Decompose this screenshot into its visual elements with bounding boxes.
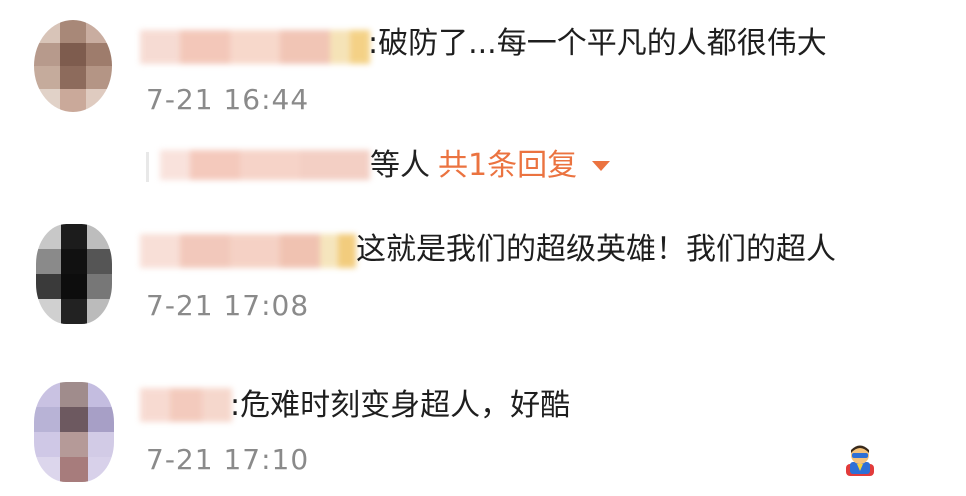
comment-item: :破防了...每一个平凡的人都很伟大 7-21 16:44: [0, 0, 966, 140]
avatar-pixel: [86, 43, 112, 66]
avatar-pixel: [34, 457, 60, 482]
avatar-pixel: [88, 407, 114, 432]
avatar-pixel: [61, 224, 87, 249]
avatar-pixel: [88, 382, 114, 407]
avatar-pixel: [36, 299, 61, 324]
comment-timestamp: 7-21 17:10: [146, 443, 310, 476]
avatar-pixel: [87, 299, 112, 324]
comment-text: :破防了...每一个平凡的人都很伟大: [368, 26, 827, 61]
avatar-pixel: [86, 66, 112, 89]
avatar-pixel: [36, 249, 61, 274]
reply-summary[interactable]: 等人 共1条回复: [146, 146, 766, 186]
avatar-pixel: [87, 249, 112, 274]
avatar[interactable]: [34, 20, 112, 112]
avatar-pixel: [87, 274, 112, 299]
avatar-pixel: [60, 66, 86, 89]
avatar-pixel: [60, 407, 88, 432]
avatar-pixel: [36, 224, 61, 249]
username-redacted[interactable]: [140, 30, 370, 64]
reply-count-link[interactable]: 共1条回复: [438, 146, 577, 186]
avatar-pixel: [60, 89, 86, 112]
comment-timestamp: 7-21 17:08: [146, 289, 310, 322]
avatar-pixel: [86, 89, 112, 112]
comment-text: 这就是我们的超级英雄！我们的超人: [356, 232, 836, 267]
avatar-pixel: [88, 457, 114, 482]
chevron-down-icon[interactable]: [592, 161, 610, 171]
avatar-pixel: [34, 43, 60, 66]
reply-who-label: 等人: [370, 148, 430, 183]
avatar[interactable]: [36, 224, 112, 324]
comment-item: :危难时刻变身超人，好酷 7-21 17:10: [0, 370, 966, 496]
avatar-pixel: [34, 89, 60, 112]
reply-username-redacted[interactable]: [160, 150, 370, 180]
avatar-pixel: [60, 382, 88, 407]
avatar-pixel: [34, 20, 60, 43]
comment-text: :危难时刻变身超人，好酷: [230, 388, 571, 423]
comment-item: 这就是我们的超级英雄！我们的超人 7-21 17:08: [0, 210, 966, 476]
username-redacted[interactable]: [140, 234, 356, 268]
avatar-pixel: [61, 274, 87, 299]
avatar-pixel: [34, 382, 60, 407]
avatar-pixel: [88, 432, 114, 457]
avatar-pixel: [60, 43, 86, 66]
reply-divider: [146, 152, 149, 182]
username-redacted[interactable]: [140, 388, 232, 422]
avatar-pixel: [34, 432, 60, 457]
avatar-pixel: [87, 224, 112, 249]
avatar-pixel: [60, 432, 88, 457]
avatar-pixel: [60, 20, 86, 43]
avatar-pixel: [61, 249, 87, 274]
avatar-pixel: [36, 274, 61, 299]
avatar-pixel: [34, 407, 60, 432]
comment-timestamp: 7-21 16:44: [146, 83, 310, 116]
avatar-pixel: [34, 66, 60, 89]
avatar-pixel: [60, 457, 88, 482]
avatar-pixel: [61, 299, 87, 324]
avatar[interactable]: [34, 382, 114, 482]
avatar-pixel: [86, 20, 112, 43]
